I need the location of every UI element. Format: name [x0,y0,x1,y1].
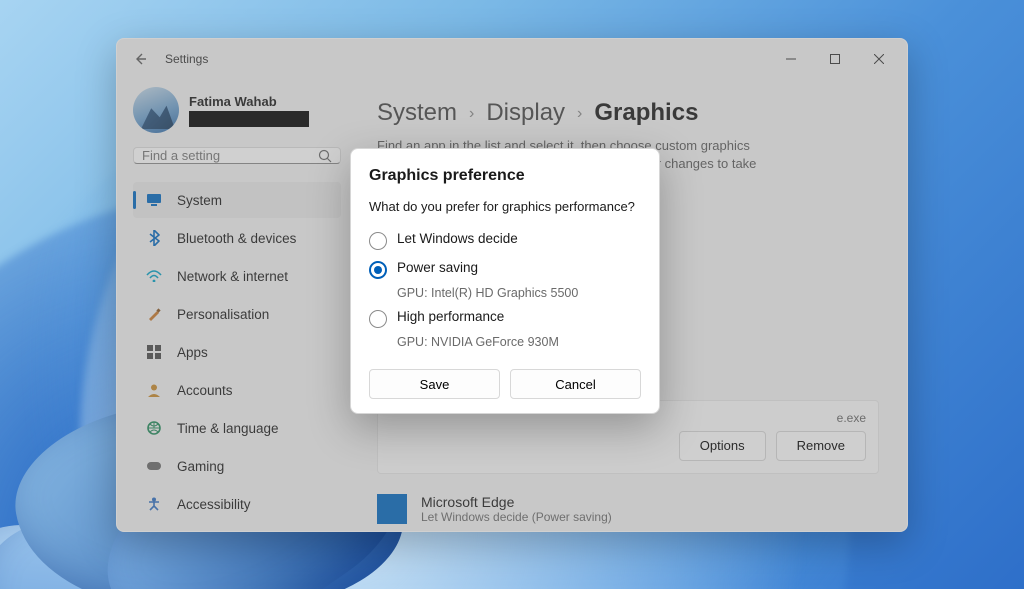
radio-icon [369,232,387,250]
radio-power-saving[interactable]: Power saving [369,255,641,284]
radio-icon-selected [369,261,387,279]
cancel-button[interactable]: Cancel [510,369,641,399]
radio-label: High performance [397,309,504,324]
radio-label: Power saving [397,260,478,275]
graphics-preference-dialog: Graphics preference What do you prefer f… [350,148,660,414]
dialog-title: Graphics preference [369,167,641,185]
radio-sub: GPU: NVIDIA GeForce 930M [397,335,641,349]
save-button[interactable]: Save [369,369,500,399]
dialog-question: What do you prefer for graphics performa… [369,199,641,214]
radio-high-performance[interactable]: High performance [369,304,641,333]
radio-sub: GPU: Intel(R) HD Graphics 5500 [397,286,641,300]
radio-let-windows-decide[interactable]: Let Windows decide [369,226,641,255]
radio-icon [369,310,387,328]
radio-label: Let Windows decide [397,231,518,246]
